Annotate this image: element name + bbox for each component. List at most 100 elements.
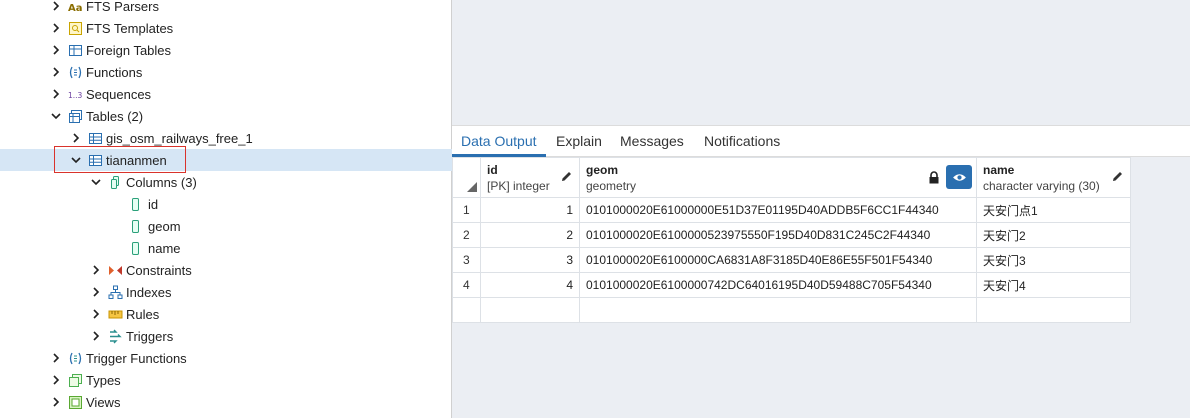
pencil-icon xyxy=(562,172,571,181)
tree-item-views[interactable]: Views xyxy=(0,391,501,413)
column-icon xyxy=(128,197,143,212)
tree-item-label: Foreign Tables xyxy=(86,42,172,58)
pencil-icon xyxy=(1113,172,1122,181)
cell-name[interactable]: 天安门2 xyxy=(976,222,1131,248)
tab-messages[interactable]: Messages xyxy=(620,126,684,156)
rules-icon xyxy=(108,307,123,322)
tree-item-fts-templates[interactable]: FTS Templates xyxy=(0,17,501,39)
tree-item-tables[interactable]: Tables (2) xyxy=(0,105,501,127)
chevron-down-icon[interactable] xyxy=(50,110,62,122)
svg-text:1..3: 1..3 xyxy=(68,91,83,100)
column-icon xyxy=(128,241,143,256)
empty-cell xyxy=(452,297,481,323)
table-row[interactable]: 4 4 0101000020E6100000742DC64016195D40D5… xyxy=(452,272,1131,298)
table-row[interactable]: 2 2 0101000020E6100000523975550F195D40D8… xyxy=(452,222,1131,248)
column-header-id[interactable]: id [PK] integer xyxy=(480,157,580,198)
function-icon xyxy=(68,65,83,80)
results-tabbar: Data Output Explain Messages Notificatio… xyxy=(452,125,1190,157)
tree-item-label: Rules xyxy=(126,306,160,322)
chevron-right-icon[interactable] xyxy=(50,66,62,78)
cell-id[interactable]: 2 xyxy=(480,222,580,248)
tree-item-label: Triggers xyxy=(126,328,174,344)
row-number[interactable]: 4 xyxy=(452,272,481,298)
chevron-right-icon[interactable] xyxy=(90,308,102,320)
chevron-right-icon[interactable] xyxy=(90,264,102,276)
tree-item-fts-parsers[interactable]: Aa FTS Parsers xyxy=(0,0,501,17)
cell-id[interactable]: 1 xyxy=(480,197,580,223)
column-header-name[interactable]: name character varying (30) xyxy=(976,157,1131,198)
empty-cell xyxy=(480,297,580,323)
column-icon xyxy=(128,219,143,234)
chevron-right-icon[interactable] xyxy=(90,330,102,342)
object-browser: Aa FTS Parsers FTS Templates Foreign Tab… xyxy=(0,0,521,418)
corner-triangle-icon xyxy=(467,182,477,192)
select-all-corner[interactable] xyxy=(452,157,481,198)
tree-item-label: Indexes xyxy=(126,284,172,300)
row-number[interactable]: 3 xyxy=(452,247,481,273)
column-type: geometry xyxy=(586,179,637,193)
tab-explain[interactable]: Explain xyxy=(556,126,602,156)
fts-template-icon xyxy=(68,21,83,36)
tree-item-label: gis_osm_railways_free_1 xyxy=(106,130,253,146)
tab-data-output[interactable]: Data Output xyxy=(452,126,545,157)
cell-geom[interactable]: 0101000020E6100000742DC64016195D40D59488… xyxy=(579,272,977,298)
tree-item-label: Views xyxy=(86,394,121,410)
tree-item-label: Functions xyxy=(86,64,143,80)
cell-name[interactable]: 天安门点1 xyxy=(976,197,1131,223)
chevron-right-icon[interactable] xyxy=(50,88,62,100)
grid-header-row: id [PK] integer geom geometry name chara… xyxy=(452,157,1131,198)
tree-item-types[interactable]: Types xyxy=(0,369,501,391)
chevron-right-icon[interactable] xyxy=(50,22,62,34)
foreign-table-icon xyxy=(68,43,83,58)
tree-item-label: Sequences xyxy=(86,86,152,102)
svg-text:Aa: Aa xyxy=(68,3,83,14)
indexes-icon xyxy=(108,285,123,300)
highlight-box xyxy=(54,146,186,173)
chevron-down-icon[interactable] xyxy=(90,176,102,188)
row-number[interactable]: 2 xyxy=(452,222,481,248)
cell-geom[interactable]: 0101000020E6100000523975550F195D40D831C2… xyxy=(579,222,977,248)
chevron-right-icon[interactable] xyxy=(50,0,62,12)
cell-name[interactable]: 天安门4 xyxy=(976,272,1131,298)
tree-item-sequences[interactable]: 1..3 Sequences xyxy=(0,83,501,105)
cell-name[interactable]: 天安门3 xyxy=(976,247,1131,273)
chevron-right-icon[interactable] xyxy=(50,396,62,408)
data-grid: id [PK] integer geom geometry name chara… xyxy=(452,157,1131,323)
cell-id[interactable]: 4 xyxy=(480,272,580,298)
tab-notifications[interactable]: Notifications xyxy=(704,126,780,156)
tree-item-label: Trigger Functions xyxy=(86,350,187,366)
cell-id[interactable]: 3 xyxy=(480,247,580,273)
tree-item-label: Types xyxy=(86,372,121,388)
results-panel: Data Output Explain Messages Notificatio… xyxy=(452,0,1190,418)
tree-item-label: FTS Templates xyxy=(86,20,174,36)
tree-item-foreign-tables[interactable]: Foreign Tables xyxy=(0,39,501,61)
empty-row xyxy=(452,297,1131,323)
table-row[interactable]: 1 1 0101000020E61000000E51D37E01195D40AD… xyxy=(452,197,1131,223)
tree-item-label: Tables (2) xyxy=(86,108,144,124)
chevron-right-icon[interactable] xyxy=(70,132,82,144)
types-icon xyxy=(68,373,83,388)
chevron-right-icon[interactable] xyxy=(50,44,62,56)
constraints-icon xyxy=(108,263,123,278)
tables-icon xyxy=(68,109,83,124)
tree-item-trigger-functions[interactable]: Trigger Functions xyxy=(0,347,501,369)
table-row[interactable]: 3 3 0101000020E6100000CA6831A8F3185D40E8… xyxy=(452,247,1131,273)
tree-item-label: id xyxy=(148,196,159,212)
column-header-geom[interactable]: geom geometry xyxy=(579,157,977,198)
view-geometry-button[interactable] xyxy=(946,165,972,189)
chevron-right-icon[interactable] xyxy=(50,352,62,364)
column-type: character varying (30) xyxy=(983,179,1100,193)
chevron-right-icon[interactable] xyxy=(90,286,102,298)
columns-icon xyxy=(108,175,123,190)
chevron-right-icon[interactable] xyxy=(50,374,62,386)
cell-geom[interactable]: 0101000020E61000000E51D37E01195D40ADDB5F… xyxy=(579,197,977,223)
table-icon xyxy=(88,131,103,146)
lock-icon xyxy=(929,171,939,184)
triggers-icon xyxy=(108,329,123,344)
tree-item-label: name xyxy=(148,240,181,256)
tree-item-label: Constraints xyxy=(126,262,192,278)
views-icon xyxy=(68,395,83,410)
tree-item-functions[interactable]: Functions xyxy=(0,61,501,83)
cell-geom[interactable]: 0101000020E6100000CA6831A8F3185D40E86E55… xyxy=(579,247,977,273)
row-number[interactable]: 1 xyxy=(452,197,481,223)
